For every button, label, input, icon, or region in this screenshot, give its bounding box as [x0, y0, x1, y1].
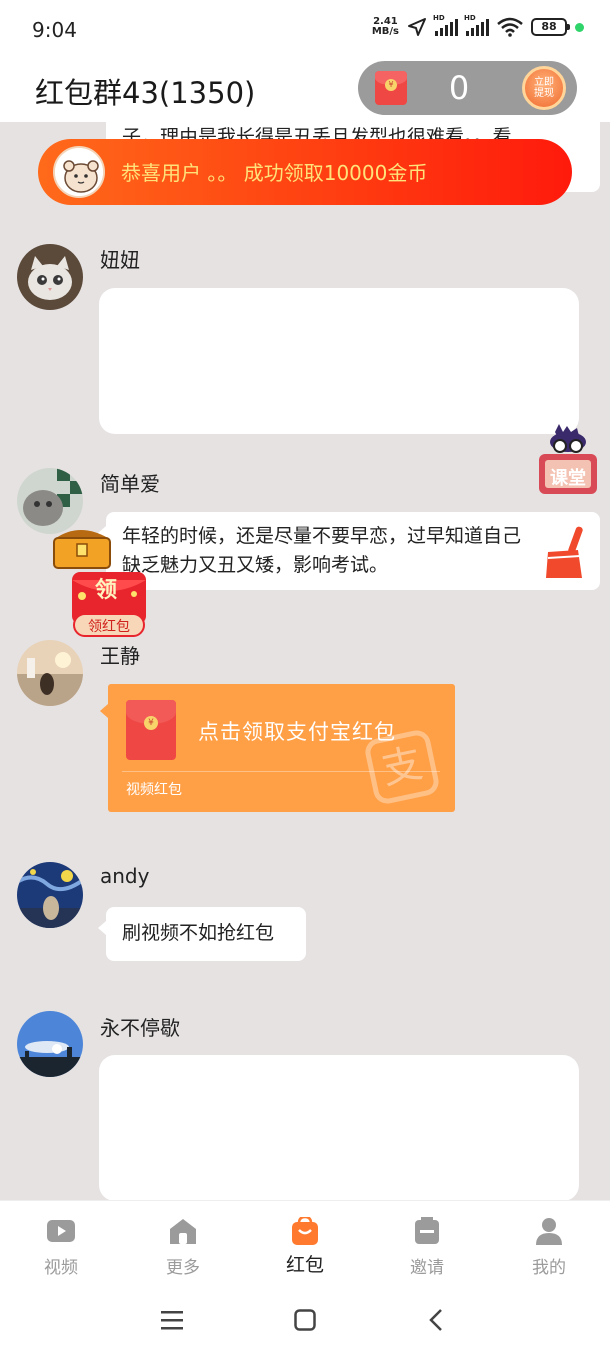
nav-tab-mine[interactable]: 我的 — [488, 1201, 610, 1287]
message-text-line: 刷视频不如抢红包 — [122, 922, 275, 944]
system-navigation-bar — [0, 1286, 610, 1356]
home-square-icon[interactable] — [294, 1309, 316, 1331]
chat-message-list[interactable]: 子，理由是我长得是丑丢且发型也很难看。。看 恭喜用户 。。 成功领取10000金… — [0, 122, 610, 1200]
message-bubble-empty[interactable] — [99, 288, 579, 434]
coin-count: 0 — [448, 69, 470, 107]
banner-user-avatar — [53, 146, 105, 198]
message-bubble[interactable]: 年轻的时候，还是尽量不要早恋，过早知道自己 缺乏魅力又丑又矮，影响考试。 — [98, 512, 600, 590]
location-arrow-icon — [408, 18, 426, 36]
red-packet-title: 点击领取支付宝红包 — [198, 720, 396, 744]
red-packet-subtitle: 视频红包 — [126, 782, 182, 798]
message-bubble[interactable]: 刷视频不如抢红包 — [98, 907, 306, 961]
message-text-line: 年轻的时候，还是尽量不要早恋，过早知道自己 — [122, 525, 522, 547]
network-speed: 2.41 MB/s — [372, 17, 399, 37]
status-bar: 9:04 2.41 MB/s HD HD 88 — [0, 0, 610, 58]
treasure-top-label: 领 — [95, 578, 118, 603]
nav-label: 更多 — [166, 1258, 200, 1278]
nav-label: 红包 — [285, 1254, 324, 1276]
withdraw-label-line2: 提现 — [534, 88, 554, 99]
battery-icon: 88 — [531, 18, 570, 36]
privacy-dot — [575, 22, 584, 32]
menu-icon[interactable] — [161, 1310, 183, 1330]
nav-tab-more[interactable]: 更多 — [122, 1201, 244, 1287]
avatar[interactable] — [17, 1011, 83, 1077]
red-packet-icon: ¥ — [375, 71, 407, 105]
classroom-float-button[interactable]: 课堂 — [537, 424, 599, 496]
username: andy — [100, 864, 150, 888]
withdraw-button[interactable]: 立即 提现 — [522, 66, 566, 110]
nav-tab-invite[interactable]: 邀请 — [366, 1201, 488, 1287]
back-icon[interactable] — [428, 1308, 444, 1332]
red-envelope-icon: ¥ — [126, 700, 176, 760]
bottom-navigation: 视频 更多 红包 邀请 我的 — [0, 1200, 610, 1286]
coin-balance-pill[interactable]: ¥ 0 立即 提现 — [358, 61, 577, 115]
group-title: 红包群43(1350) — [35, 76, 256, 110]
red-packet-bag-icon — [292, 1217, 318, 1245]
reward-notification-banner: 恭喜用户 。。 成功领取10000金币 — [38, 139, 572, 205]
nav-label: 邀请 — [410, 1258, 444, 1278]
status-icons: 2.41 MB/s HD HD 88 — [372, 14, 584, 37]
divider — [122, 771, 440, 772]
video-icon — [47, 1220, 75, 1242]
status-time: 9:04 — [32, 18, 77, 42]
treasure-red-packet-float[interactable]: 领 领红包 — [50, 522, 150, 637]
username: 妞妞 — [100, 248, 140, 272]
invite-box-icon — [415, 1217, 439, 1244]
alipay-red-packet-card[interactable]: ¥ 点击领取支付宝红包 支 视频红包 — [100, 684, 455, 812]
nav-tab-video[interactable]: 视频 — [0, 1201, 122, 1287]
signal-icon: HD — [433, 14, 458, 36]
avatar[interactable] — [17, 862, 83, 928]
banner-text: 恭喜用户 。。 成功领取10000金币 — [121, 161, 428, 185]
chat-header: 红包群43(1350) ¥ 0 立即 提现 — [0, 58, 610, 122]
wifi-icon — [497, 17, 523, 37]
alipay-logo-icon: 支 — [362, 727, 442, 807]
clean-broom-button[interactable] — [542, 522, 592, 580]
signal-icon-2: HD — [464, 14, 489, 36]
username: 王静 — [100, 644, 140, 668]
message-text-line: 缺乏魅力又丑又矮，影响考试。 — [122, 554, 389, 576]
network-speed-unit: MB/s — [371, 26, 399, 37]
treasure-label: 领红包 — [88, 619, 130, 635]
avatar[interactable] — [17, 640, 83, 706]
username: 简单爱 — [100, 472, 160, 496]
classroom-label: 课堂 — [550, 468, 586, 489]
avatar[interactable] — [17, 244, 83, 310]
message-bubble-empty[interactable] — [99, 1055, 579, 1200]
nav-tab-red-packet[interactable]: 红包 — [244, 1201, 366, 1287]
user-icon — [536, 1218, 562, 1245]
nav-label: 我的 — [532, 1258, 566, 1278]
withdraw-label-line1: 立即 — [534, 77, 554, 88]
home-icon — [170, 1219, 196, 1244]
username: 永不停歇 — [100, 1016, 180, 1040]
nav-label: 视频 — [44, 1258, 78, 1278]
